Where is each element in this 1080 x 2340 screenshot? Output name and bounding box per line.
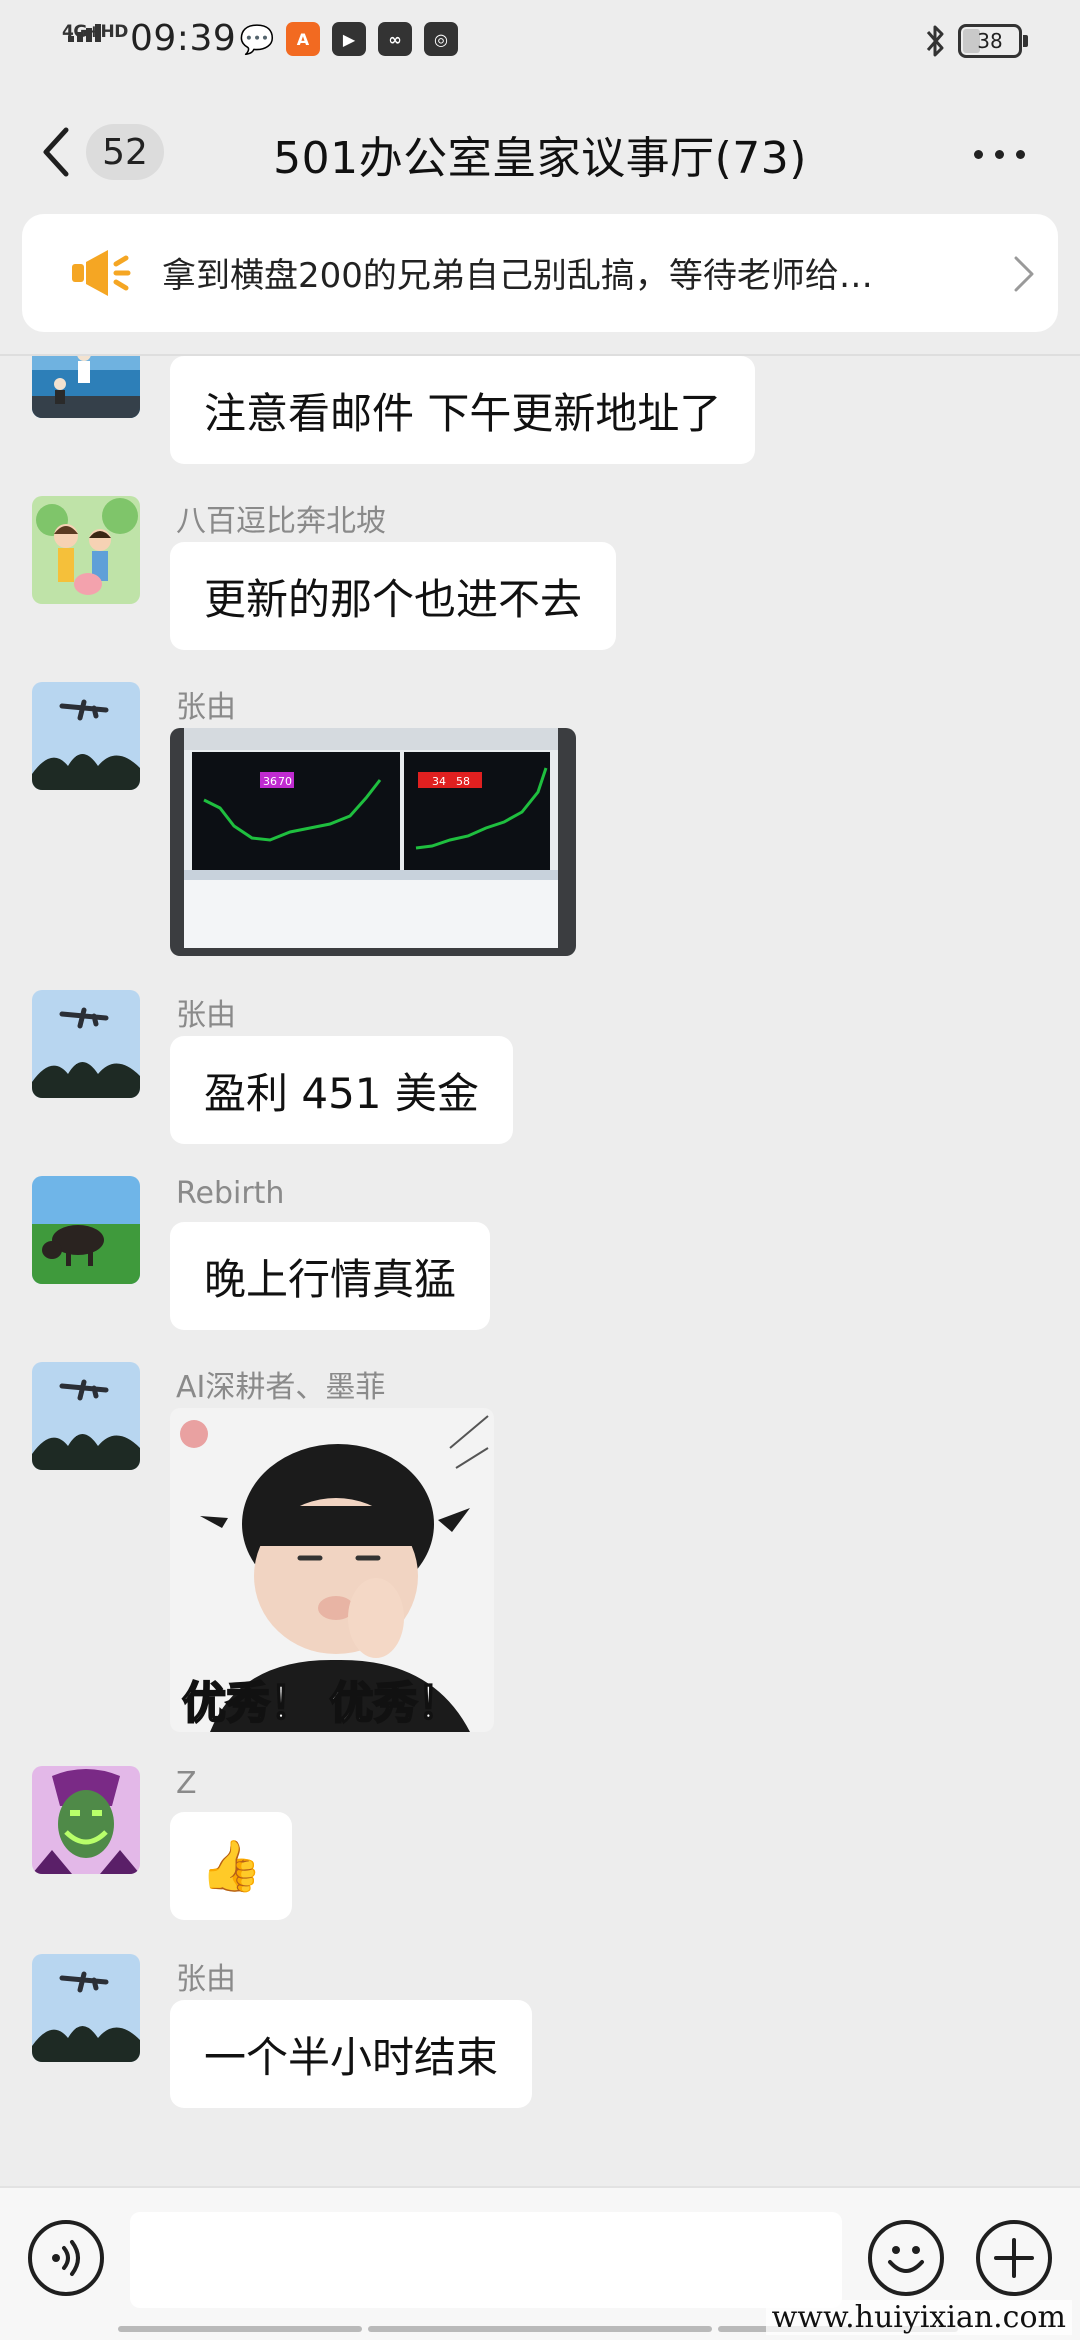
emoji-bubble[interactable]: 👍 [170, 1812, 293, 1920]
link-app-icon: ∞ [378, 22, 412, 56]
emoji-button[interactable] [868, 2220, 944, 2296]
chart-badge-right: 34 [432, 775, 446, 788]
avatar-bison-field[interactable] [32, 1176, 140, 1284]
message-bubble[interactable]: 盈利 451 美金 [170, 1036, 513, 1144]
voice-wave-icon [52, 2240, 80, 2276]
group-announcement[interactable]: 拿到横盘200的兄弟自己别乱搞，等待老师给… [22, 214, 1058, 332]
avatar-joker[interactable] [32, 1766, 140, 1874]
message-list[interactable]: 注意看邮件 下午更新地址了 八百逗比奔北坡 更新的那个也进不去 张由 36 70… [0, 356, 1080, 2186]
sender-name: 张由 [176, 998, 236, 1033]
nav-bar: 52 501办公室皇家议事厅(73) [0, 84, 1080, 214]
message-bubble[interactable]: 更新的那个也进不去 [170, 542, 617, 650]
wechat-group-chat-screen: 4G+HD 09:39 💬 A ▶ ∞ ◎ 38 52 501办 [0, 0, 1080, 2340]
sender-name: Z [176, 1766, 197, 1801]
more-options-icon[interactable] [974, 144, 1030, 164]
sender-name: 张由 [176, 1962, 236, 1997]
sticker-caption: 优秀！ 优秀！ [182, 1678, 461, 1729]
chat-title: 501办公室皇家议事厅(73) [273, 133, 807, 184]
avatar-plane-palm[interactable] [32, 682, 140, 790]
watermark-text: www.huiyixian.com [765, 2300, 1072, 2335]
message-item: 张由 36 70 34 58 [0, 682, 1080, 982]
message-item: AI深耕者、墨菲 优秀！ 优秀！ [0, 1362, 1080, 1732]
signal-indicator: 4G+HD [62, 22, 128, 62]
announcement-text: 拿到横盘200的兄弟自己别乱搞，等待老师给… [162, 256, 873, 296]
message-bubble[interactable]: 注意看邮件 下午更新地址了 [170, 356, 756, 464]
smiley-icon [888, 2246, 924, 2273]
clock: 09:39 [130, 18, 237, 59]
message-item: Z 👍 [0, 1766, 1080, 1926]
chart-badge-left: 36 [263, 775, 277, 788]
message-bubble[interactable]: 晚上行情真猛 [170, 1222, 491, 1330]
more-functions-button[interactable] [976, 2220, 1052, 2296]
message-item: Rebirth 晚上行情真猛 [0, 1176, 1080, 1336]
orange-app-icon: A [286, 22, 320, 56]
megaphone-icon [72, 250, 131, 296]
avatar-plane-palm[interactable] [32, 1954, 140, 2062]
play-app-icon: ▶ [332, 22, 366, 56]
sender-name: 张由 [176, 690, 236, 725]
unread-count-badge[interactable]: 52 [86, 124, 164, 180]
plus-icon [994, 2238, 1034, 2278]
avatar-beach[interactable] [32, 356, 140, 418]
avatar-plane-palm[interactable] [32, 1362, 140, 1470]
chart-badge-left-2: 70 [278, 775, 292, 788]
message-item: 注意看邮件 下午更新地址了 [0, 356, 1080, 466]
sender-name: Rebirth [176, 1176, 285, 1211]
message-bubble[interactable]: 一个半小时结束 [170, 2000, 533, 2108]
back-arrow-icon[interactable] [36, 124, 76, 180]
chart-badge-right-2: 58 [456, 775, 470, 788]
status-bar: 4G+HD 09:39 💬 A ▶ ∞ ◎ 38 [0, 0, 1080, 84]
message-item: 张由 一个半小时结束 [0, 1954, 1080, 2114]
sticker-image[interactable]: 优秀！ 优秀！ [170, 1408, 494, 1732]
notification-icons: 💬 A ▶ ∞ ◎ [240, 22, 458, 62]
chevron-right-icon [1014, 256, 1034, 292]
sender-name: AI深耕者、墨菲 [176, 1370, 386, 1405]
message-input[interactable] [130, 2212, 842, 2308]
voice-input-button[interactable] [28, 2220, 104, 2296]
avatar-plane-palm[interactable] [32, 990, 140, 1098]
avatar-cartoon-family[interactable] [32, 496, 140, 604]
qq-icon: ◎ [424, 22, 458, 56]
wechat-icon: 💬 [239, 22, 275, 56]
message-item: 八百逗比奔北坡 更新的那个也进不去 [0, 496, 1080, 656]
chart-photo-image[interactable]: 36 70 34 58 [170, 728, 576, 956]
battery-icon: 38 [958, 24, 1028, 58]
bluetooth-icon [926, 25, 944, 57]
sender-name: 八百逗比奔北坡 [176, 504, 386, 539]
message-item: 张由 盈利 451 美金 [0, 990, 1080, 1150]
battery-level: 38 [977, 29, 1003, 53]
